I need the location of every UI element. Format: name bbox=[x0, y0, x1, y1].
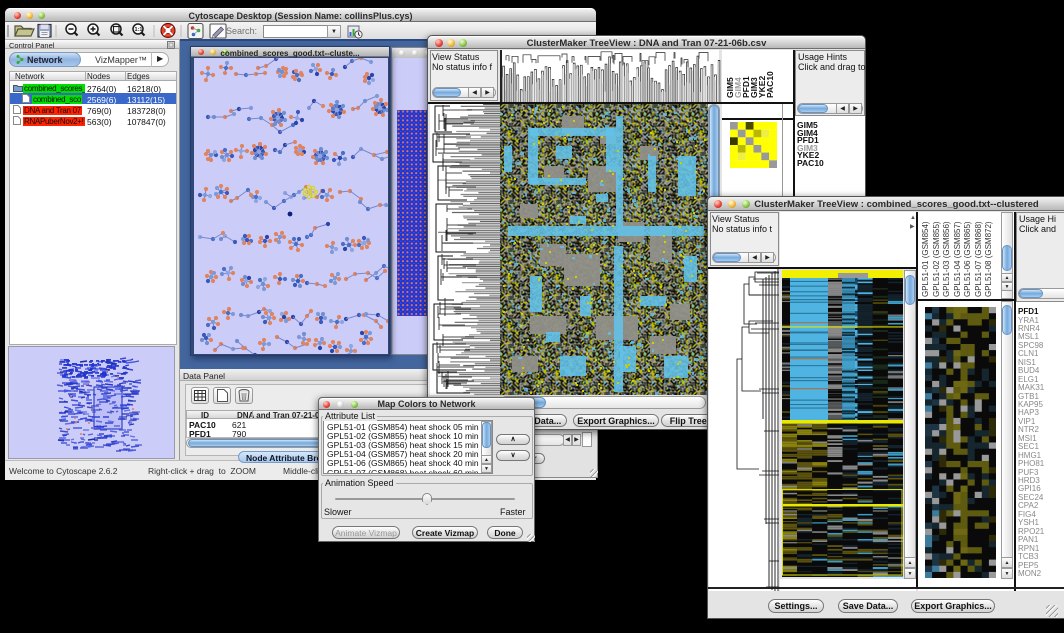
svg-text:1:1: 1:1 bbox=[135, 27, 143, 33]
svg-text:Search:: Search: bbox=[226, 26, 257, 36]
